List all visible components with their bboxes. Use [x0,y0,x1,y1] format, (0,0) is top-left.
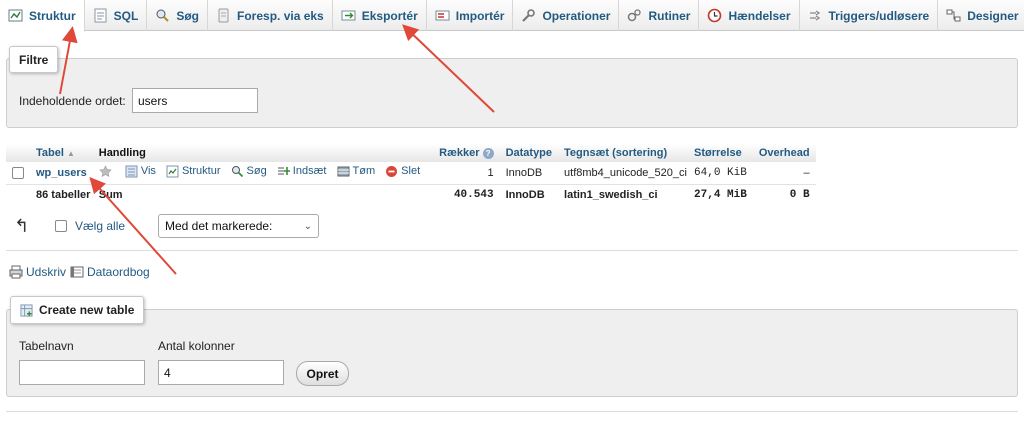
tab-designer[interactable]: Designer [938,0,1024,31]
sum-label: Sum [98,189,123,202]
tab-query[interactable]: Foresp. via eks [208,0,333,31]
header-action: Handling [92,144,434,162]
triggers-icon [808,8,823,23]
wrench-icon [521,8,536,23]
tab-search[interactable]: Søg [147,0,209,31]
divider-bottom [6,411,1018,412]
tab-label: Eksportér [361,8,418,23]
chevron-down-icon: ⌄ [303,220,312,232]
search-icon [155,8,170,23]
check-all-label[interactable]: Vælg alle [75,219,125,233]
delete-icon [386,165,398,177]
print-link[interactable]: Udskriv [9,265,66,279]
browse-icon [125,165,138,178]
with-selected-dropdown[interactable]: Med det markerede: ⌄ [158,214,319,238]
tab-label: Importér [455,8,505,23]
column-count-input[interactable] [158,360,284,385]
row-checkbox[interactable] [12,166,24,179]
divider [6,250,1018,251]
table-name-link[interactable]: wp_users [36,167,87,179]
row-collation: utf8mb4_unicode_520_ci [564,166,687,179]
sum-overhead: 0 B [789,189,810,202]
tab-events[interactable]: Hændelser [699,0,800,31]
header-collation[interactable]: Tegnsæt (sortering) [558,144,689,162]
export-icon [341,8,356,23]
dictionary-icon [70,266,84,278]
row-overhead: – [803,166,810,179]
table-name-label: Tabelnavn [19,339,74,353]
action-structure[interactable]: Struktur [166,165,220,178]
search-icon [231,165,243,177]
column-count-label: Antal kolonner [158,339,235,353]
tab-label: Operationer [542,8,611,23]
tab-label: Rutiner [648,8,691,23]
action-search[interactable]: Søg [231,165,267,178]
structure-icon [8,8,23,23]
tab-export[interactable]: Eksportér [333,0,427,31]
designer-icon [946,8,961,23]
printer-icon [9,265,23,279]
sum-collation: latin1_swedish_ci [564,189,658,202]
query-icon [216,8,231,23]
tab-triggers[interactable]: Triggers/udløsere [800,0,939,31]
header-overhead[interactable]: Overhead [752,144,816,162]
sum-engine: InnoDB [505,189,545,202]
tab-label: Triggers/udløsere [828,8,930,23]
sum-rows: 40.543 [453,189,494,202]
favorite-star-icon[interactable] [99,165,112,178]
filter-word-label: Indeholdende ordet: [19,94,126,108]
header-type[interactable]: Datatype [499,144,559,162]
table-sum-row: 86 tabeller Sum 40.543 InnoDB latin1_swe… [6,184,816,206]
header-rows[interactable]: Rækker ? [433,144,500,162]
header-size[interactable]: Størrelse [688,144,753,162]
row-count: 1 [487,166,494,179]
sum-table-count: 86 tabeller [36,189,91,202]
structure-icon [166,165,179,178]
row-engine: InnoDB [505,166,543,179]
filter-word-input[interactable] [132,88,258,113]
tab-routines[interactable]: Rutiner [619,0,700,31]
action-drop[interactable]: Slet [385,165,420,178]
tab-label: Foresp. via eks [237,8,324,23]
tab-struktur[interactable]: Struktur [0,0,85,32]
new-table-icon [20,303,33,317]
action-empty[interactable]: Tøm [337,165,375,178]
tab-sql[interactable]: SQL [85,0,148,31]
action-insert[interactable]: Indsæt [277,165,326,178]
routines-icon [627,8,642,23]
tab-label: SQL [113,8,139,23]
check-all-checkbox[interactable] [55,220,67,232]
check-all-arrow-icon: ↰ [14,216,30,236]
tables-list: Tabel ▲ Handling Rækker ? Datatype Tegns… [6,144,816,206]
header-table[interactable]: Tabel ▲ [30,144,93,162]
tab-label: Designer [967,8,1019,23]
sql-icon [93,8,108,23]
row-size[interactable]: 64,0 KiB [688,162,753,184]
table-name-input[interactable] [19,360,145,385]
help-icon[interactable]: ? [482,148,494,159]
events-clock-icon [707,8,722,23]
tab-label: Struktur [29,8,76,23]
import-icon [435,8,450,23]
tab-label: Hændelser [728,8,791,23]
insert-icon [277,166,290,175]
filter-legend-text: Filtre [19,52,49,67]
table-header-row: Tabel ▲ Handling Rækker ? Datatype Tegns… [6,144,816,162]
tab-operations[interactable]: Operationer [513,0,620,31]
data-dictionary-link[interactable]: Dataordbog [70,265,150,279]
create-button[interactable]: Opret [296,361,349,386]
tab-import[interactable]: Importér [427,0,514,31]
sort-asc-icon: ▲ [66,149,75,158]
table-row: wp_users Vis Struktur Søg Indsæt Tøm Sle… [6,162,816,184]
action-browse[interactable]: Vis [125,165,156,178]
tab-label: Søg [176,8,200,23]
tab-bar: Struktur SQL Søg Foresp. via eks Eksport… [0,0,1024,32]
empty-table-icon [337,166,349,177]
filter-legend: Filtre [9,46,59,73]
sum-size: 27,4 MiB [694,189,747,202]
create-table-legend: Create new table [10,296,145,324]
header-select [6,144,30,162]
